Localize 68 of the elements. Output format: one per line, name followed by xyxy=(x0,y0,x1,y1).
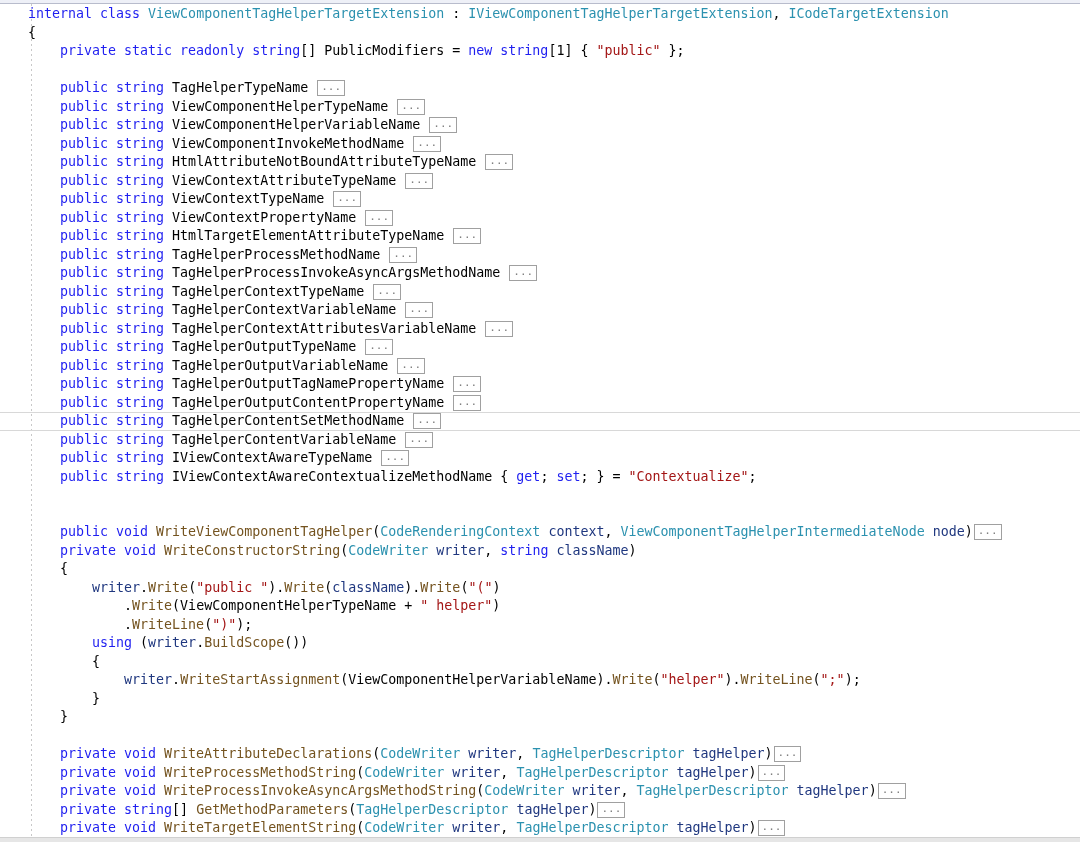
collapsed-code-marker[interactable]: ... xyxy=(485,320,514,337)
code-line: public string ViewContextPropertyName xyxy=(59,208,358,227)
code-line: public string ViewContextTypeName xyxy=(59,190,326,208)
collapsed-code-marker[interactable]: ... xyxy=(485,154,514,171)
code-line: } xyxy=(91,689,101,708)
collapsed-code-marker[interactable]: ... xyxy=(405,172,434,189)
code-line: private string[] GetMethodParameters(TagHelperDescriptor tagHelper) xyxy=(59,800,597,819)
code-line: .Write(ViewComponentHelperTypeName + " helper") xyxy=(123,597,501,615)
code-line: public string TagHelperProcessInvokeAsyncArgsMethodName xyxy=(59,264,502,282)
collapsed-code-marker[interactable]: ... xyxy=(973,524,1002,541)
collapsed-code-marker[interactable]: ... xyxy=(453,376,482,393)
collapsed-code-marker[interactable]: ... xyxy=(381,450,410,467)
code-line: writer.Write("public ").Write(className).Write("(") xyxy=(91,578,501,597)
collapsed-code-marker[interactable]: ... xyxy=(333,191,362,208)
collapsed-code-marker[interactable]: ... xyxy=(757,764,786,781)
collapsed-code-marker[interactable]: ... xyxy=(453,228,482,245)
code-line: writer.WriteStartAssignment(ViewComponentHelperVariableName).Write("helper").WriteLine(";"); xyxy=(123,671,861,689)
collapsed-code-marker[interactable]: ... xyxy=(397,98,426,115)
code-line: public string TagHelperContextTypeName xyxy=(59,282,366,301)
code-line: public string ViewComponentInvokeMethodName xyxy=(59,134,406,153)
code-line: { xyxy=(28,23,36,42)
code-line: public string TagHelperTypeName xyxy=(59,79,310,97)
collapsed-code-marker[interactable]: ... xyxy=(317,80,346,97)
collapsed-code-marker[interactable]: ... xyxy=(397,357,426,374)
code-line: public string ViewComponentHelperTypeName xyxy=(59,97,390,116)
code-line: public string TagHelperContextAttributesVariableName xyxy=(59,319,478,338)
code-line: public string IViewContextAwareContextualizeMethodName { get; set; } = "Contextualize"; xyxy=(59,467,757,486)
code-line: private void WriteAttributeDeclarations(CodeWriter writer, TagHelperDescriptor tagHelper) xyxy=(59,745,773,763)
code-line: using (writer.BuildScope()) xyxy=(91,634,309,652)
code-line: private void WriteConstructorString(CodeWriter writer, string className) xyxy=(59,541,637,560)
code-line: public string ViewComponentHelperVariableName xyxy=(59,116,422,134)
collapsed-code-marker[interactable]: ... xyxy=(365,209,394,226)
collapsed-code-marker[interactable]: ... xyxy=(405,302,434,319)
collapsed-code-marker[interactable]: ... xyxy=(373,283,402,300)
collapsed-code-marker[interactable]: ... xyxy=(429,117,458,134)
collapsed-code-marker[interactable]: ... xyxy=(509,265,538,282)
collapsed-code-marker[interactable]: ... xyxy=(597,801,626,818)
collapsed-code-marker[interactable]: ... xyxy=(405,431,434,448)
code-line: public void WriteViewComponentTagHelper(CodeRenderingContext context, ViewComponentTagHelperIntermediateNode node) xyxy=(59,523,973,541)
code-line: public string TagHelperContentSetMethodName xyxy=(59,412,406,430)
code-line: private static readonly string[] PublicModifiers = new string[1] { "public" }; xyxy=(59,42,685,60)
code-line: public string ViewContextAttributeTypeName xyxy=(59,171,398,190)
code-line: public string TagHelperOutputVariableName xyxy=(59,356,390,375)
code-line: public string TagHelperProcessMethodName xyxy=(59,245,382,264)
code-line: private void WriteProcessInvokeAsyncArgsMethodString(CodeWriter writer, TagHelperDescriptor tagHelper) xyxy=(59,782,877,800)
collapsed-code-marker[interactable]: ... xyxy=(413,135,442,152)
code-line: } xyxy=(59,708,69,726)
collapsed-code-marker[interactable]: ... xyxy=(365,339,394,356)
collapsed-code-marker[interactable]: ... xyxy=(413,413,442,430)
code-line: public string TagHelperContextVariableName xyxy=(59,301,398,319)
code-line: public string HtmlAttributeNotBoundAttributeTypeName xyxy=(59,153,478,171)
code-line: private void WriteTargetElementString(CodeWriter writer, TagHelperDescriptor tagHelper) xyxy=(59,819,757,837)
code-line: public string TagHelperOutputTagNamePropertyName xyxy=(59,375,446,393)
collapsed-code-marker[interactable]: ... xyxy=(773,746,802,763)
collapsed-code-marker[interactable]: ... xyxy=(389,246,418,263)
collapsed-code-marker[interactable]: ... xyxy=(453,394,482,411)
code-line: { xyxy=(91,652,101,671)
code-line: private void WriteProcessMethodString(CodeWriter writer, TagHelperDescriptor tagHelper) xyxy=(59,763,757,782)
code-line: internal class ViewComponentTagHelperTargetExtension : IViewComponentTagHelperTargetExtension, ICodeTargetExtension xyxy=(28,5,949,23)
code-line: public string IViewContextAwareTypeName xyxy=(59,449,374,467)
code-line: .WriteLine(")"); xyxy=(123,615,253,634)
collapsed-code-marker[interactable]: ... xyxy=(757,820,786,837)
collapsed-code-marker[interactable]: ... xyxy=(877,783,906,800)
code-line: public string TagHelperContentVariableName xyxy=(59,430,398,449)
code-line: { xyxy=(59,560,69,578)
code-line: public string TagHelperOutputTypeName xyxy=(59,338,358,356)
code-line: public string TagHelperOutputContentPropertyName xyxy=(59,393,446,412)
code-line: public string HtmlTargetElementAttributeTypeName xyxy=(59,227,446,245)
